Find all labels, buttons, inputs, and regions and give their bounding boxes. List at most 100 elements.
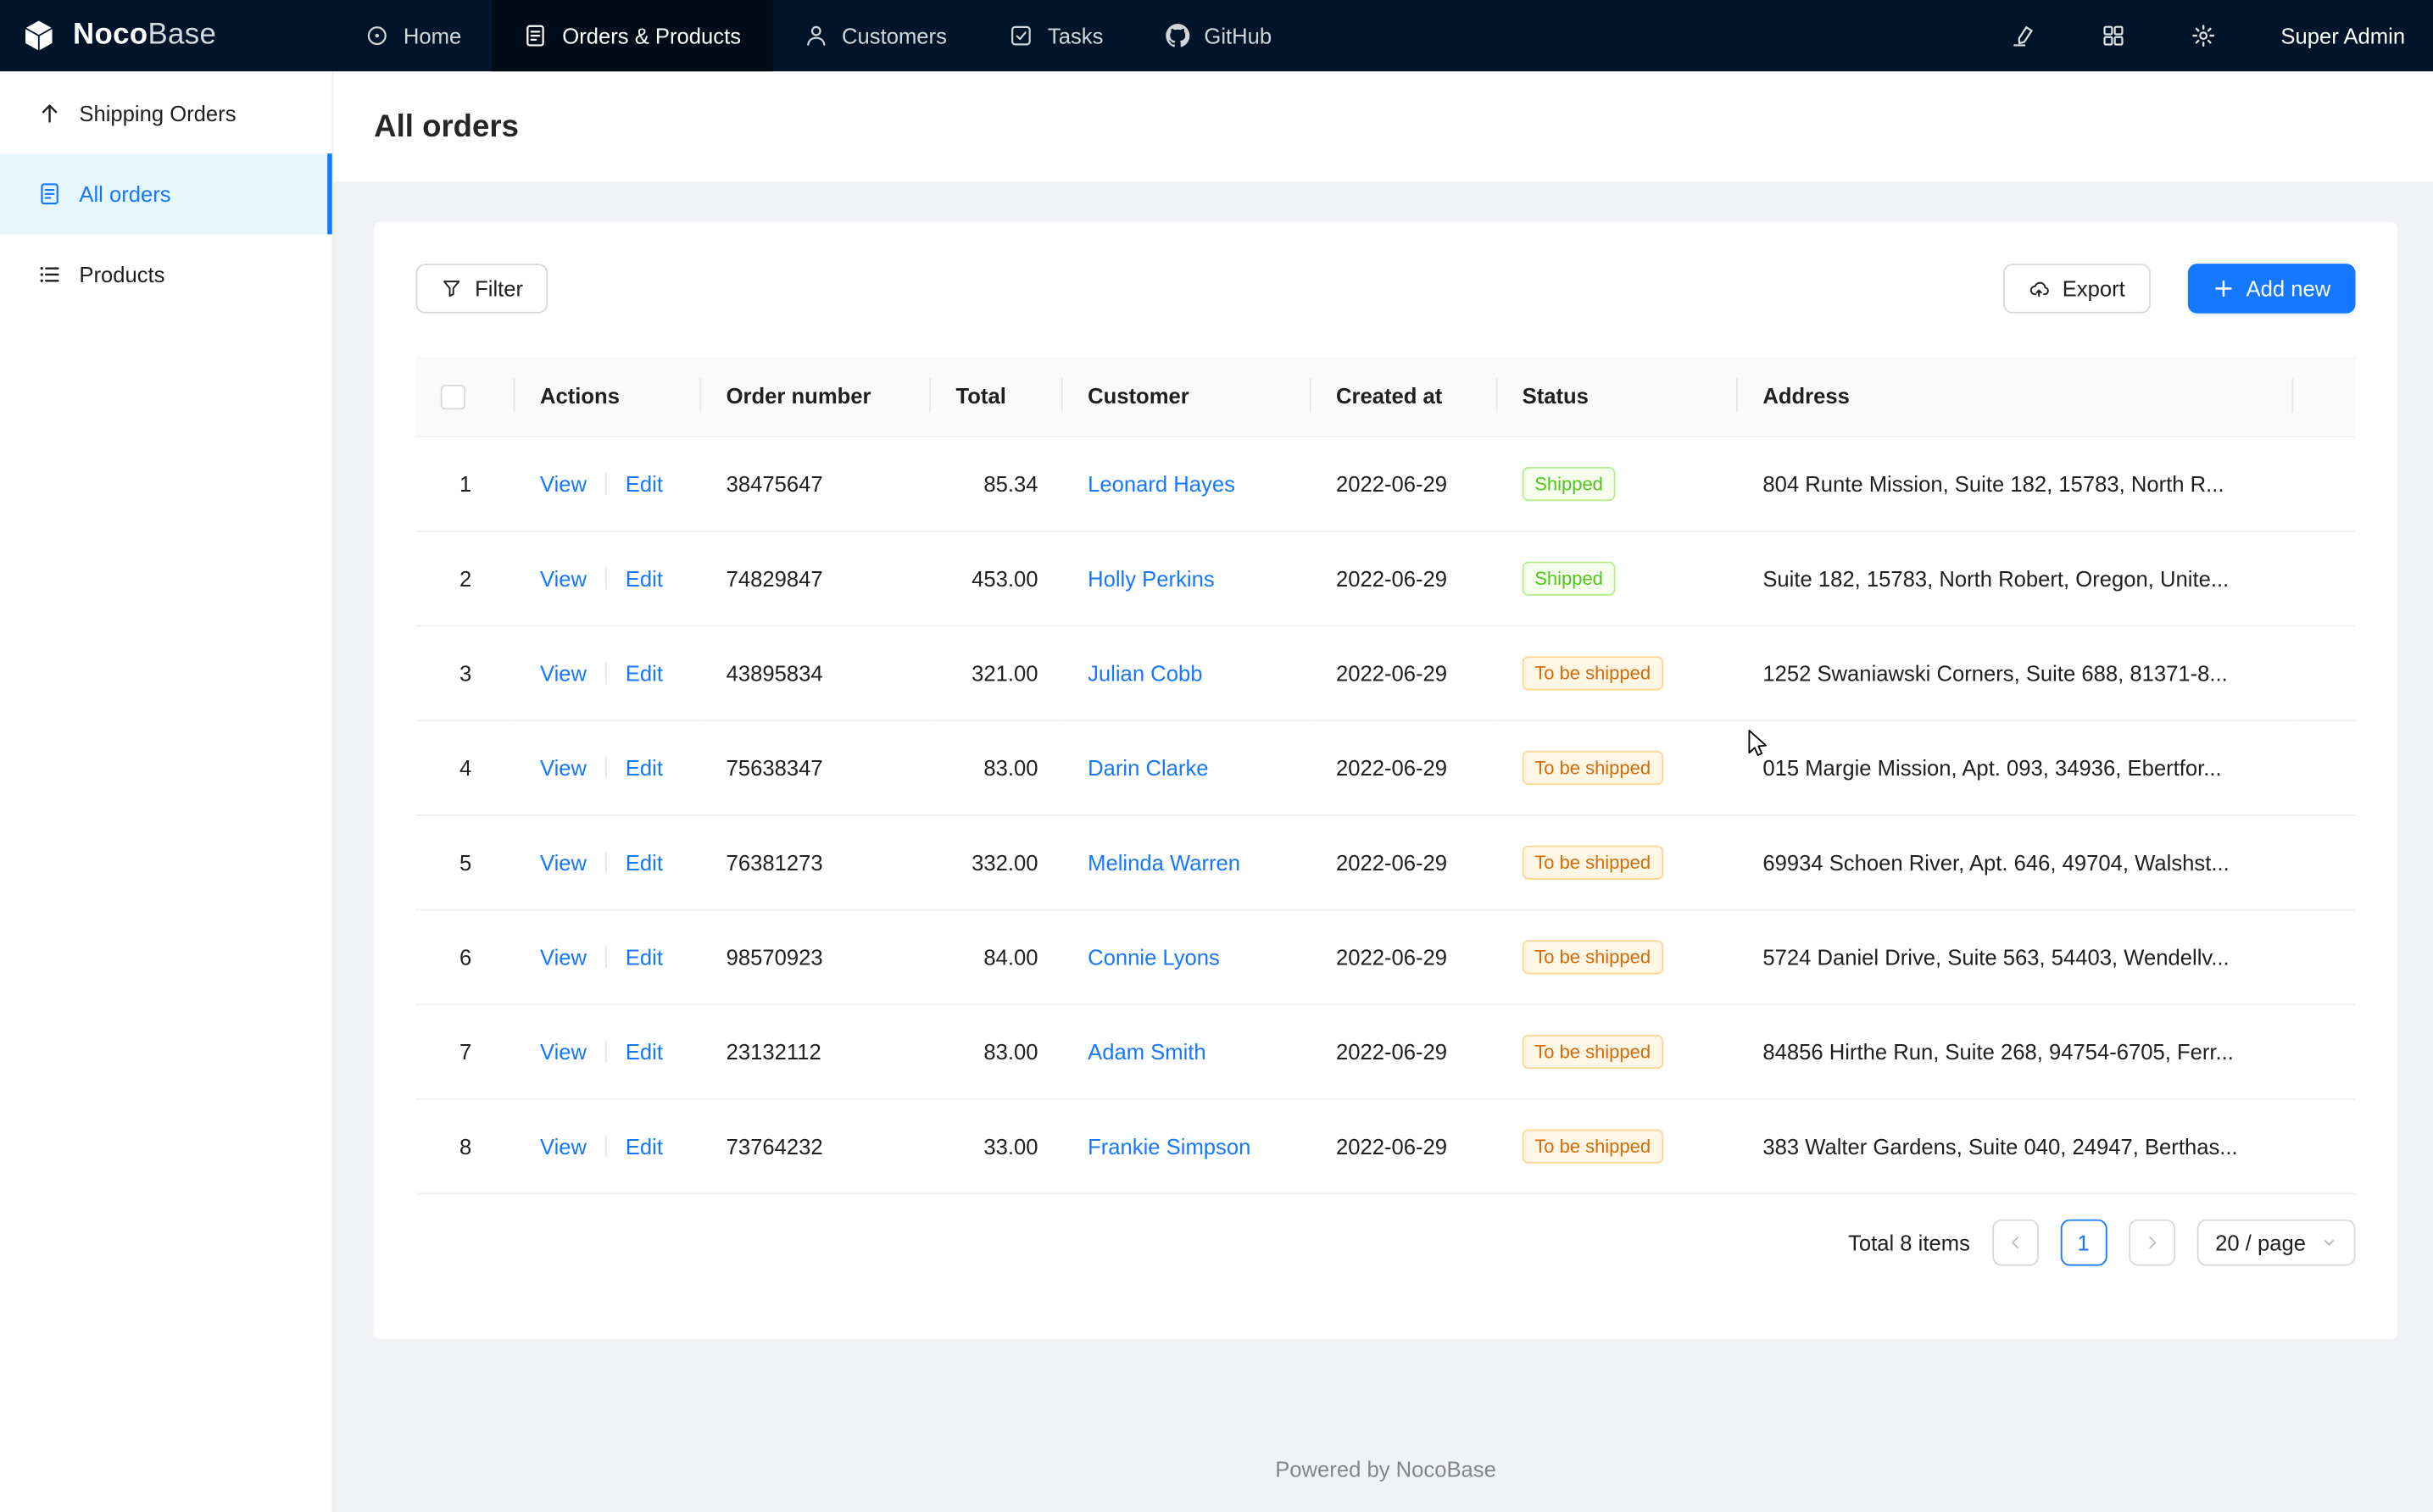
page-size-select[interactable]: 20 / page (2196, 1219, 2355, 1265)
order-number-cell: 43895834 (701, 625, 931, 720)
plugins-button[interactable] (2101, 23, 2125, 47)
status-cell: To be shipped (1497, 1098, 1738, 1193)
table-row: 7ViewEdit2313211283.00Adam Smith2022-06-… (416, 1003, 2356, 1098)
nav-item-github[interactable]: GitHub (1134, 0, 1303, 71)
previous-page-button[interactable] (1992, 1219, 2039, 1265)
table-row: 4ViewEdit7563834783.00Darin Clarke2022-0… (416, 720, 2356, 814)
customer-link[interactable]: Connie Lyons (1088, 944, 1220, 969)
customers-icon (803, 23, 827, 47)
row-actions: View Edit (515, 1098, 702, 1193)
add-new-button[interactable]: Add new (2187, 264, 2356, 314)
sidebar-item-all-orders[interactable]: All orders (0, 153, 332, 234)
actions-divider (605, 946, 607, 968)
row-index: 7 (416, 1003, 515, 1098)
order-number-cell: 38475647 (701, 436, 931, 531)
view-link[interactable]: View (540, 1133, 587, 1158)
next-page-button[interactable] (2129, 1219, 2175, 1265)
select-all-checkbox[interactable] (441, 385, 465, 409)
customer-link[interactable]: Leonard Hayes (1088, 471, 1235, 496)
empty-cell (2293, 1098, 2355, 1193)
empty-cell (2293, 625, 2355, 720)
nav-item-home[interactable]: Home (334, 0, 493, 71)
edit-link[interactable]: Edit (626, 1038, 663, 1063)
highlighter-icon (2011, 23, 2035, 47)
edit-link[interactable]: Edit (626, 754, 663, 779)
order-number-cell: 73764232 (701, 1098, 931, 1193)
total-cell: 453.00 (931, 531, 1063, 625)
row-actions: View Edit (515, 531, 702, 625)
user-menu[interactable]: Super Admin (2280, 23, 2405, 47)
view-link[interactable]: View (540, 471, 587, 496)
add-new-label: Add new (2246, 276, 2331, 301)
row-actions: View Edit (515, 625, 702, 720)
customer-link[interactable]: Adam Smith (1088, 1038, 1206, 1063)
total-cell: 33.00 (931, 1098, 1063, 1193)
view-link[interactable]: View (540, 944, 587, 969)
edit-link[interactable]: Edit (626, 660, 663, 685)
sidebar-item-label: All orders (79, 181, 170, 206)
topbar-actions: Super Admin (2011, 0, 2433, 71)
address-cell: 804 Runte Mission, Suite 182, 15783, Nor… (1738, 436, 2293, 531)
orders-card: Filter Export Add new (374, 222, 2397, 1339)
view-link[interactable]: View (540, 660, 587, 685)
nav-label: GitHub (1204, 23, 1272, 47)
edit-link[interactable]: Edit (626, 1133, 663, 1158)
sidebar-item-label: Shipping Orders (79, 101, 236, 125)
status-cell: To be shipped (1497, 909, 1738, 1004)
customer-link[interactable]: Melinda Warren (1088, 849, 1240, 874)
table-row: 1ViewEdit3847564785.34Leonard Hayes2022-… (416, 436, 2356, 531)
row-actions: View Edit (515, 909, 702, 1004)
customer-link[interactable]: Julian Cobb (1088, 660, 1202, 685)
created-at-cell: 2022-06-29 (1311, 625, 1498, 720)
nav-item-orders-products[interactable]: Orders & Products (493, 0, 772, 71)
customer-link[interactable]: Frankie Simpson (1088, 1133, 1250, 1158)
nocobase-logo[interactable]: NocoBase (0, 0, 334, 71)
address-cell: 383 Walter Gardens, Suite 040, 24947, Be… (1738, 1098, 2293, 1193)
row-actions: View Edit (515, 814, 702, 909)
nav-item-customers[interactable]: Customers (772, 0, 978, 71)
nav-item-tasks[interactable]: Tasks (978, 0, 1134, 71)
view-link[interactable]: View (540, 1038, 587, 1063)
orders-icon (524, 23, 548, 47)
export-button[interactable]: Export (2003, 264, 2150, 314)
sidebar-item-shipping-orders[interactable]: Shipping Orders (0, 73, 332, 153)
customer-cell: Adam Smith (1063, 1003, 1311, 1098)
customer-cell: Julian Cobb (1063, 625, 1311, 720)
sidebar-item-label: Products (79, 262, 164, 286)
status-tag: To be shipped (1523, 939, 1663, 973)
customer-link[interactable]: Holly Perkins (1088, 565, 1215, 590)
view-link[interactable]: View (540, 754, 587, 779)
edit-link[interactable]: Edit (626, 849, 663, 874)
filter-button[interactable]: Filter (416, 264, 548, 314)
created-at-cell: 2022-06-29 (1311, 909, 1498, 1004)
customer-link[interactable]: Darin Clarke (1088, 754, 1208, 779)
filter-label: Filter (475, 276, 523, 301)
column-header-created-at: Created at (1311, 357, 1498, 436)
actions-divider (605, 662, 607, 684)
view-link[interactable]: View (540, 565, 587, 590)
orders-table: Actions Order number Total Customer Crea… (416, 357, 2356, 1194)
total-cell: 84.00 (931, 909, 1063, 1004)
customer-cell: Melinda Warren (1063, 814, 1311, 909)
page-size-label: 20 / page (2215, 1230, 2306, 1254)
view-link[interactable]: View (540, 849, 587, 874)
customer-cell: Leonard Hayes (1063, 436, 1311, 531)
settings-button[interactable] (2191, 23, 2215, 47)
nav-label: Tasks (1048, 23, 1104, 47)
edit-link[interactable]: Edit (626, 565, 663, 590)
sidebar: Shipping Orders All orders Products (0, 71, 334, 1512)
total-cell: 83.00 (931, 720, 1063, 814)
select-all-header (416, 357, 515, 436)
customer-cell: Frankie Simpson (1063, 1098, 1311, 1193)
row-actions: View Edit (515, 1003, 702, 1098)
status-tag: To be shipped (1523, 750, 1663, 784)
column-header-customer: Customer (1063, 357, 1311, 436)
actions-divider (605, 472, 607, 494)
ui-editor-button[interactable] (2011, 23, 2035, 47)
sidebar-item-products[interactable]: Products (0, 234, 332, 314)
nav-label: Orders & Products (562, 23, 741, 47)
row-actions: View Edit (515, 436, 702, 531)
edit-link[interactable]: Edit (626, 471, 663, 496)
page-number-button[interactable]: 1 (2060, 1219, 2107, 1265)
edit-link[interactable]: Edit (626, 944, 663, 969)
